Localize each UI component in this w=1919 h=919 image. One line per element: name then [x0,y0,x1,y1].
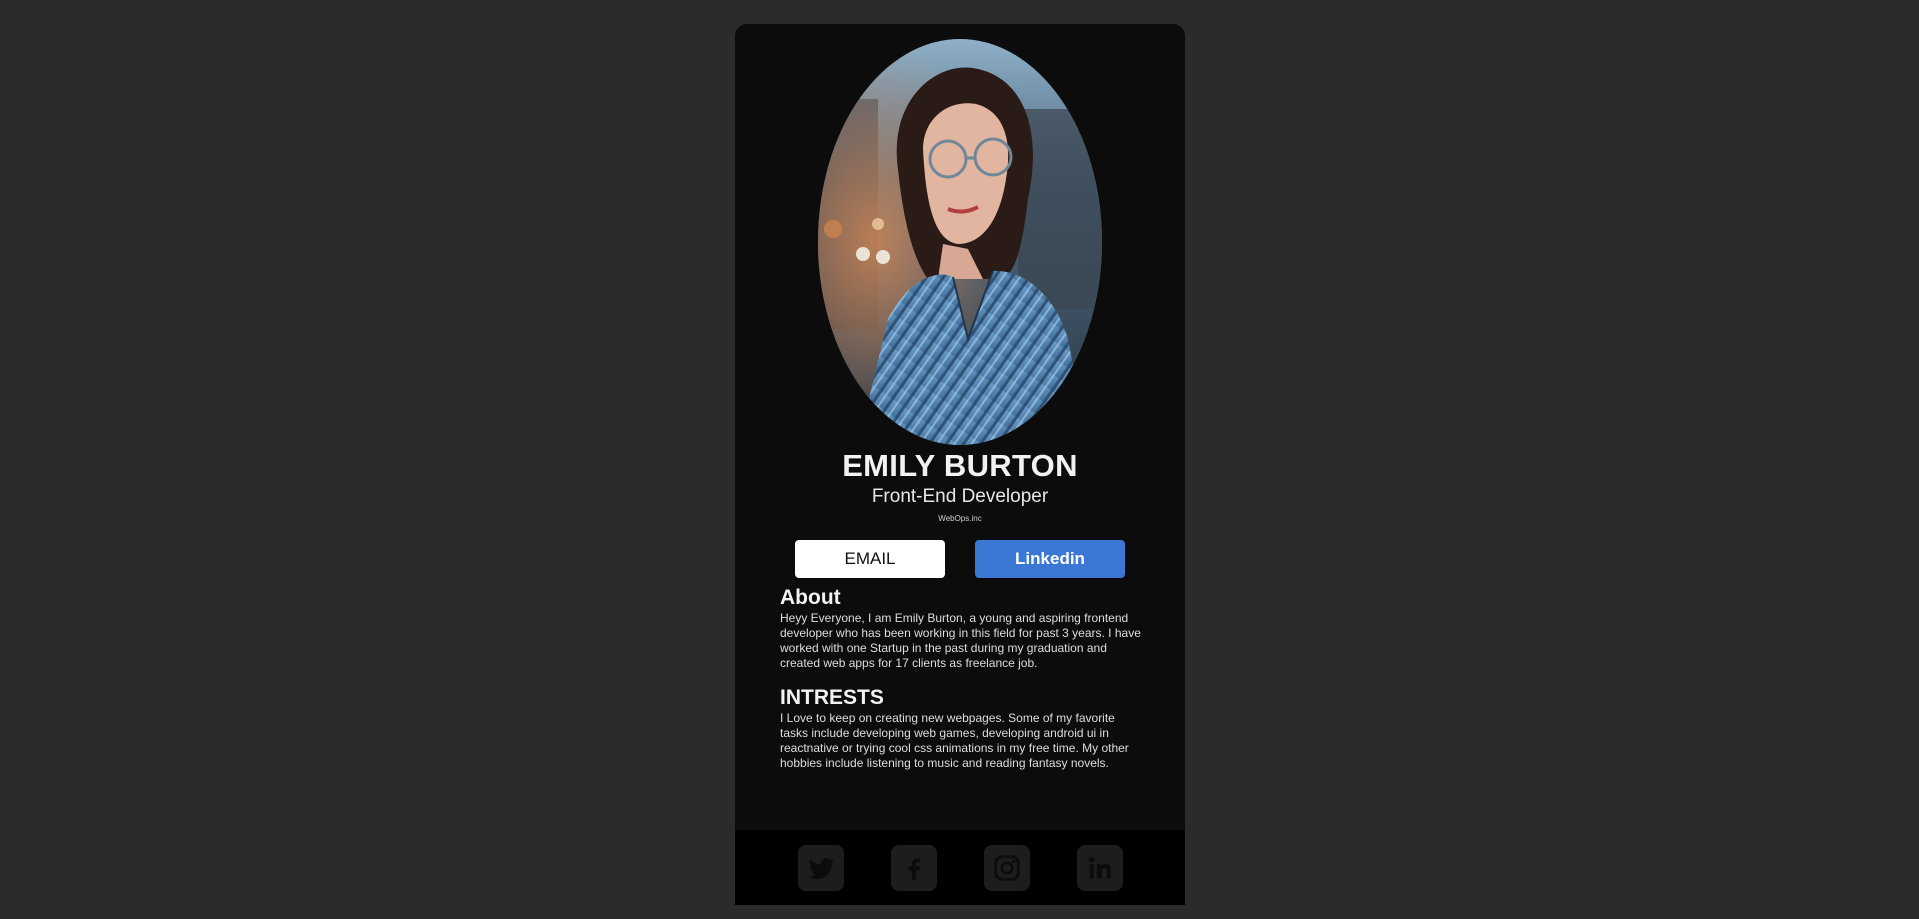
profile-role: Front-End Developer [871,486,1049,507]
facebook-icon [908,858,920,881]
facebook-link[interactable] [891,845,937,891]
profile-card: EMILY BURTON Front-End Developer WebOps.… [735,24,1185,905]
interests-text: I Love to keep on creating new webpages.… [780,711,1129,770]
linkedin-button-label: Linkedin [1015,549,1085,568]
linkedin-button[interactable]: Linkedin [975,540,1125,578]
linkedin-link[interactable] [1077,845,1123,891]
profile-photo [818,39,1102,445]
profile-photo-image [818,39,1102,445]
email-button-label: EMAIL [844,549,896,568]
twitter-icon [808,858,835,880]
about-text: Heyy Everyone, I am Emily Burton, a youn… [780,611,1141,670]
twitter-link[interactable] [798,845,844,891]
instagram-icon [994,855,1020,881]
profile-name: EMILY BURTON [842,448,1078,483]
email-button[interactable]: EMAIL [795,540,945,578]
profile-company: WebOps.inc [938,514,982,523]
social-footer [735,830,1185,905]
about-heading: About [780,586,841,609]
linkedin-icon [1089,857,1112,879]
interests-heading: INTRESTS [780,686,884,709]
instagram-link[interactable] [984,845,1030,891]
